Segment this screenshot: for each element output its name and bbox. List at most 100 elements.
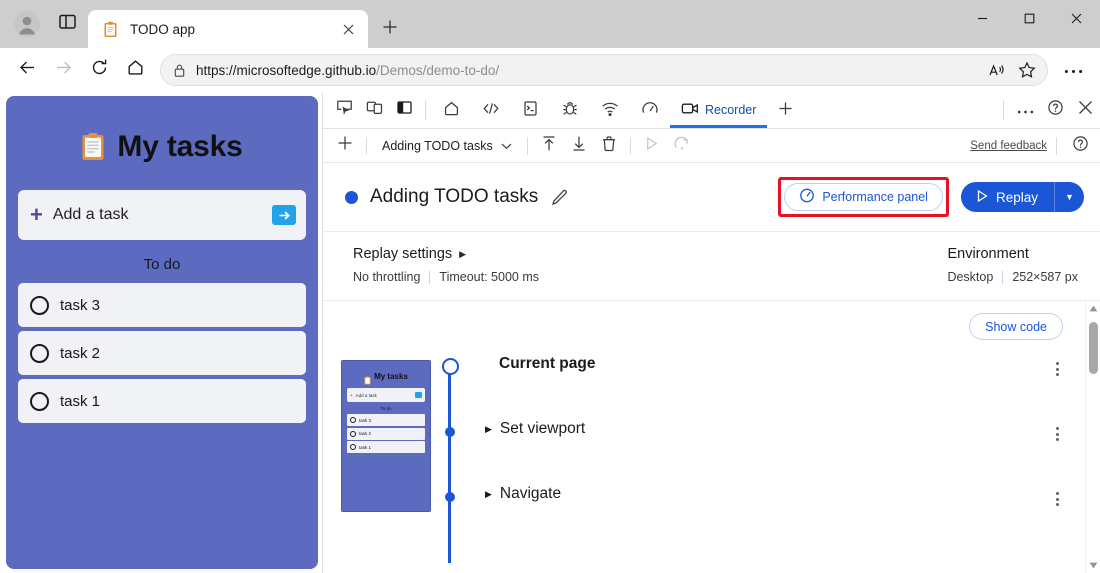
export-recording-button[interactable] bbox=[565, 133, 593, 159]
step-marker-dot bbox=[437, 423, 463, 437]
new-tab-button[interactable] bbox=[374, 13, 406, 45]
recorder-toolbar: Adding TODO tasks Send feedback bbox=[323, 129, 1100, 163]
device-emulation-button[interactable] bbox=[359, 92, 389, 128]
caret-right-icon[interactable]: ▶ bbox=[485, 424, 492, 435]
show-code-button[interactable]: Show code bbox=[969, 313, 1063, 340]
toolbar-divider bbox=[629, 136, 631, 155]
thumbnail-section-title: To do bbox=[380, 406, 392, 411]
recording-status-dot bbox=[345, 190, 358, 204]
todo-app: My tasks + Add a task To do task 3 task … bbox=[6, 96, 318, 569]
create-recording-button[interactable] bbox=[331, 133, 359, 159]
tab-console[interactable] bbox=[511, 92, 550, 128]
browser-settings-button[interactable] bbox=[1056, 53, 1090, 87]
steps-list: Current page ▶ Set viewport ▶ Navigate bbox=[441, 348, 1085, 543]
throttling-value: No throttling bbox=[353, 270, 421, 284]
caret-right-icon[interactable]: ▶ bbox=[485, 489, 492, 500]
forward-button[interactable] bbox=[46, 53, 80, 87]
task-checkbox-icon[interactable] bbox=[30, 391, 49, 411]
close-icon bbox=[1078, 100, 1093, 120]
home-button[interactable] bbox=[118, 53, 152, 87]
tab-performance[interactable] bbox=[630, 92, 670, 128]
close-tab-icon[interactable] bbox=[336, 17, 360, 41]
more-tools-button[interactable] bbox=[767, 92, 804, 128]
add-task-input[interactable]: + Add a task bbox=[18, 190, 306, 240]
step-row-navigate[interactable]: ▶ Navigate bbox=[445, 478, 1085, 543]
window-controls bbox=[959, 0, 1100, 40]
content-area: My tasks + Add a task To do task 3 task … bbox=[0, 92, 1100, 573]
recording-selector[interactable]: Adding TODO tasks bbox=[374, 134, 520, 158]
tab-recorder[interactable]: Recorder bbox=[670, 92, 768, 128]
minimize-button[interactable] bbox=[959, 0, 1006, 40]
step-row-set-viewport[interactable]: ▶ Set viewport bbox=[445, 413, 1085, 478]
replay-options-button[interactable]: ▼ bbox=[1054, 182, 1084, 212]
task-item[interactable]: task 3 bbox=[18, 283, 306, 327]
dock-side-button[interactable] bbox=[389, 92, 419, 128]
close-icon bbox=[1071, 11, 1082, 29]
task-item[interactable]: task 1 bbox=[18, 379, 306, 423]
devtools-more-options-button[interactable] bbox=[1010, 92, 1040, 128]
tab-sources[interactable] bbox=[550, 92, 590, 128]
step-label-wrapper[interactable]: ▶ Set viewport bbox=[463, 413, 585, 438]
tab-network[interactable] bbox=[590, 92, 630, 128]
step-row-current-page[interactable]: Current page bbox=[441, 348, 1085, 413]
step-label[interactable]: Current page bbox=[463, 348, 595, 373]
close-window-button[interactable] bbox=[1053, 0, 1100, 40]
replay-settings-column: Replay settings ▶ No throttling Timeout:… bbox=[353, 246, 539, 284]
step-label: Set viewport bbox=[499, 420, 586, 437]
devtools-help-button[interactable] bbox=[1040, 92, 1070, 128]
edit-pencil-icon[interactable] bbox=[550, 188, 569, 207]
tab-welcome[interactable] bbox=[432, 92, 471, 128]
toolbar-divider bbox=[526, 136, 528, 155]
scroll-up-arrow-icon[interactable] bbox=[1089, 301, 1098, 316]
back-button[interactable] bbox=[10, 53, 44, 87]
recording-header: Adding TODO tasks Performance panel Repl… bbox=[323, 163, 1100, 232]
thumbnail-add-task-label: Add a task bbox=[355, 392, 377, 398]
profile-button[interactable] bbox=[10, 7, 44, 41]
step-actions-menu[interactable] bbox=[1047, 486, 1067, 512]
read-aloud-icon[interactable] bbox=[983, 56, 1011, 84]
recorder-toolbar-right: Send feedback bbox=[970, 133, 1094, 159]
refresh-button[interactable] bbox=[82, 53, 116, 87]
replay-settings-toggle[interactable]: Replay settings ▶ bbox=[353, 246, 539, 262]
replay-button[interactable]: Replay bbox=[960, 182, 1054, 212]
replay-toolbar-button[interactable] bbox=[638, 133, 666, 159]
maximize-button[interactable] bbox=[1006, 0, 1053, 40]
performance-panel-highlight: Performance panel bbox=[778, 177, 949, 217]
step-actions-menu[interactable] bbox=[1047, 421, 1067, 447]
scrollbar-track[interactable] bbox=[1086, 316, 1100, 558]
continue-step-button[interactable] bbox=[668, 133, 696, 159]
task-item[interactable]: task 2 bbox=[18, 331, 306, 375]
address-bar-url: https://microsoftedge.github.io/Demos/de… bbox=[196, 62, 500, 78]
trash-icon bbox=[601, 135, 617, 157]
step-label-wrapper[interactable]: ▶ Navigate bbox=[463, 478, 561, 503]
thumbnail-task-label: task 2 bbox=[359, 431, 372, 436]
task-checkbox-icon[interactable] bbox=[30, 295, 49, 315]
maximize-icon bbox=[1024, 11, 1035, 29]
inspect-element-button[interactable] bbox=[329, 92, 359, 128]
caret-down-icon: ▼ bbox=[1065, 192, 1074, 202]
recorder-help-button[interactable] bbox=[1066, 133, 1094, 159]
task-checkbox-icon[interactable] bbox=[30, 343, 49, 363]
delete-recording-button[interactable] bbox=[595, 133, 623, 159]
import-recording-button[interactable] bbox=[535, 133, 563, 159]
browser-tab-todo-app[interactable]: TODO app bbox=[88, 10, 368, 48]
browser-window: TODO app https://microsoftedge.github.io… bbox=[0, 0, 1100, 573]
dock-side-icon bbox=[396, 99, 413, 121]
page-screenshot-thumbnail[interactable]: My tasks + Add a task To do task 3 task … bbox=[341, 360, 431, 512]
scrollbar-thumb[interactable] bbox=[1088, 322, 1098, 374]
tab-elements[interactable] bbox=[471, 92, 511, 128]
send-feedback-link[interactable]: Send feedback bbox=[970, 140, 1047, 152]
steps-scrollbar[interactable] bbox=[1085, 301, 1100, 573]
favorite-star-icon[interactable] bbox=[1013, 56, 1041, 84]
add-task-submit-button[interactable] bbox=[272, 205, 296, 225]
tab-actions-button[interactable] bbox=[50, 7, 84, 41]
thumbnail-task-item: task 3 bbox=[347, 414, 425, 426]
performance-panel-button[interactable]: Performance panel bbox=[784, 183, 943, 211]
step-actions-menu[interactable] bbox=[1047, 356, 1067, 382]
address-bar[interactable]: https://microsoftedge.github.io/Demos/de… bbox=[160, 54, 1048, 86]
clipboard-icon bbox=[364, 372, 371, 385]
task-checkbox-icon bbox=[350, 444, 356, 450]
scroll-down-arrow-icon[interactable] bbox=[1089, 558, 1098, 573]
devtools-close-button[interactable] bbox=[1070, 92, 1100, 128]
console-icon bbox=[522, 100, 539, 120]
